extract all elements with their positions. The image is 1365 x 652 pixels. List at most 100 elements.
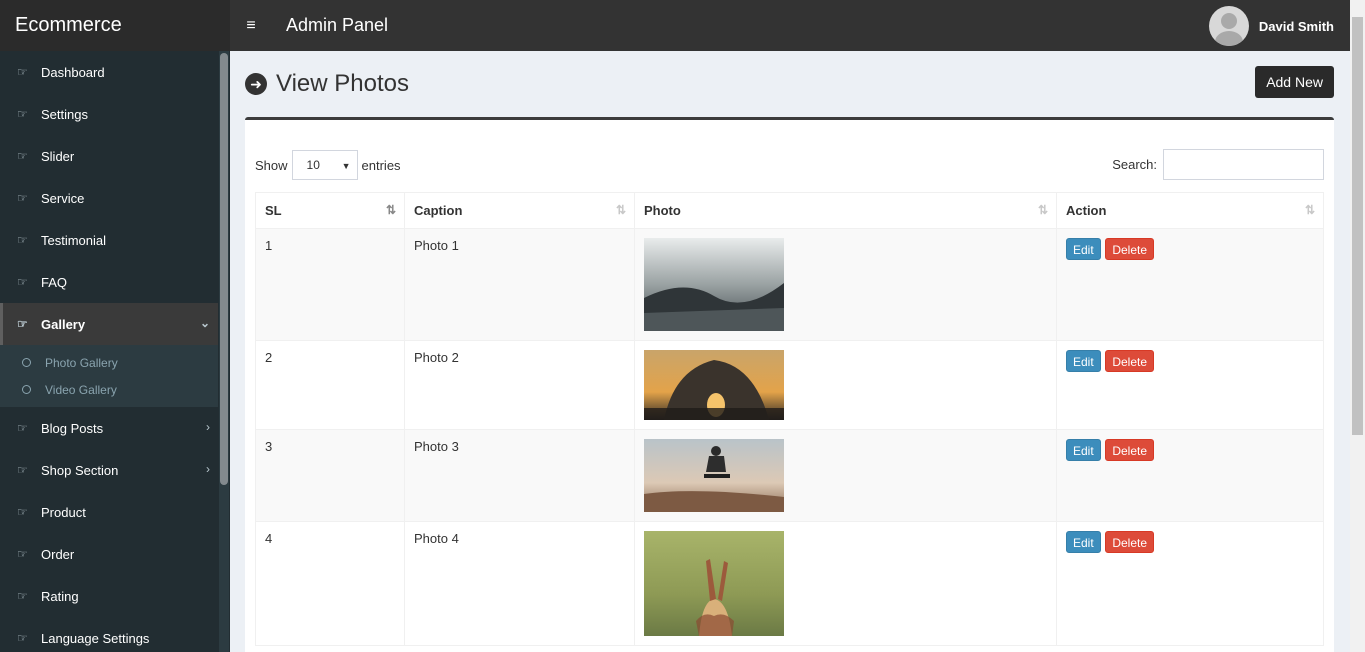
hand-pointer-icon: ☞ (17, 631, 28, 645)
delete-button[interactable]: Delete (1105, 531, 1154, 553)
gallery-submenu: Photo Gallery Video Gallery (0, 345, 218, 407)
sort-icon: ⇅ (615, 203, 626, 217)
chevron-right-icon: › (206, 462, 210, 476)
sort-icon: ⇅ (1037, 203, 1048, 217)
sidebar-scrollbar-thumb[interactable] (220, 53, 228, 485)
cell-sl: 3 (255, 429, 405, 522)
hand-pointer-icon: ☞ (17, 65, 28, 79)
page-header: ➜ View Photos (245, 70, 409, 98)
add-new-button[interactable]: Add New (1255, 66, 1334, 98)
show-label: Show (255, 157, 288, 173)
delete-button[interactable]: Delete (1105, 439, 1154, 461)
cell-action: Edit Delete (1056, 340, 1324, 430)
table-row: 4 Photo 4 Edit Delete (255, 521, 1324, 646)
top-navbar: Ecommerce ≡ Admin Panel David Smith (0, 0, 1350, 51)
cell-action: Edit Delete (1056, 429, 1324, 522)
page-scrollbar-thumb[interactable] (1352, 17, 1363, 435)
sidebar-subitem-label: Photo Gallery (45, 355, 118, 370)
sidebar-item-dashboard[interactable]: ☞ Dashboard (0, 51, 218, 93)
table-row: 1 Photo 1 Edit Delete (255, 228, 1324, 341)
cell-caption: Photo 1 (404, 228, 635, 341)
column-header-photo[interactable]: Photo ⇅ (634, 192, 1057, 229)
page-length-value: 10 (306, 158, 320, 172)
cell-photo (634, 340, 1057, 430)
edit-button[interactable]: Edit (1066, 531, 1101, 553)
avatar[interactable] (1208, 6, 1249, 46)
hand-pointer-icon: ☞ (17, 505, 28, 519)
column-header-caption[interactable]: Caption ⇅ (404, 192, 635, 229)
chevron-down-icon: ⌄ (199, 316, 210, 330)
cell-caption: Photo 2 (404, 340, 635, 430)
hand-pointer-icon: ☞ (17, 589, 28, 603)
entries-label: entries (361, 157, 401, 173)
sidebar-item-label: Slider (41, 148, 75, 164)
column-header-action[interactable]: Action ⇅ (1056, 192, 1324, 229)
edit-button[interactable]: Edit (1066, 350, 1101, 372)
sidebar-item-label: Language Settings (41, 630, 150, 646)
cell-caption: Photo 3 (404, 429, 635, 522)
search-label: Search: (1112, 157, 1157, 172)
chevron-right-icon: › (206, 420, 210, 434)
cell-action: Edit Delete (1056, 521, 1324, 646)
sidebar-subitem-video-gallery[interactable]: Video Gallery (0, 376, 218, 403)
menu-toggle-icon[interactable]: ≡ (230, 0, 272, 51)
sidebar-item-blog-posts[interactable]: ☞ Blog Posts › (0, 407, 218, 449)
edit-button[interactable]: Edit (1066, 439, 1101, 461)
sidebar-item-rating[interactable]: ☞ Rating (0, 575, 218, 617)
sidebar-item-label: Dashboard (41, 64, 105, 80)
sidebar-item-label: Order (41, 546, 75, 562)
photo-thumbnail (644, 238, 784, 331)
photos-box: Show 10 ▼ entries Search: SL ⇅ Caption ⇅ P… (245, 117, 1334, 652)
hand-pointer-icon: ☞ (17, 149, 28, 163)
table-row: 3 Photo 3 Edit Delete (255, 429, 1324, 522)
delete-button[interactable]: Delete (1105, 238, 1154, 260)
sidebar-scrollbar[interactable] (219, 51, 229, 652)
sidebar-item-shop-section[interactable]: ☞ Shop Section › (0, 449, 218, 491)
hand-pointer-icon: ☞ (17, 191, 28, 205)
photo-thumbnail (644, 350, 784, 420)
sidebar-subitem-photo-gallery[interactable]: Photo Gallery (0, 349, 218, 376)
sidebar-item-label: Product (41, 504, 86, 520)
table-row: 2 Photo 2 Edit Delete (255, 340, 1324, 430)
sidebar-item-settings[interactable]: ☞ Settings (0, 93, 218, 135)
circle-icon (22, 358, 31, 367)
caret-down-icon: ▼ (341, 161, 351, 171)
sidebar-item-label: Testimonial (41, 232, 107, 248)
cell-photo (634, 521, 1057, 646)
delete-button[interactable]: Delete (1105, 350, 1154, 372)
cell-action: Edit Delete (1056, 228, 1324, 341)
sidebar-item-label: Blog Posts (41, 420, 104, 436)
cell-photo (634, 228, 1057, 341)
cell-sl: 4 (255, 521, 405, 646)
sidebar-item-order[interactable]: ☞ Order (0, 533, 218, 575)
panel-title: Admin Panel (286, 15, 389, 35)
sidebar-item-label: Rating (41, 588, 79, 604)
sidebar-item-product[interactable]: ☞ Product (0, 491, 218, 533)
photo-thumbnail (644, 439, 784, 512)
sidebar-subitem-label: Video Gallery (45, 382, 117, 397)
cell-sl: 2 (255, 340, 405, 430)
user-name[interactable]: David Smith (1259, 19, 1334, 34)
cell-sl: 1 (255, 228, 405, 341)
sidebar-item-label: Settings (41, 106, 88, 122)
brand-logo[interactable]: Ecommerce (0, 0, 230, 51)
user-menu[interactable]: David Smith (1208, 6, 1334, 46)
main-content: ➜ View Photos Add New Show 10 ▼ entries … (230, 51, 1350, 652)
search-input[interactable] (1163, 149, 1324, 180)
page-length-select[interactable]: 10 ▼ (291, 150, 358, 180)
hand-pointer-icon: ☞ (17, 275, 28, 289)
edit-button[interactable]: Edit (1066, 238, 1101, 260)
hand-pointer-icon: ☞ (17, 547, 28, 561)
sidebar-item-service[interactable]: ☞ Service (0, 177, 218, 219)
datatable-length: Show 10 ▼ entries (255, 150, 401, 180)
sidebar-item-label: FAQ (41, 274, 68, 290)
sidebar-item-faq[interactable]: ☞ FAQ (0, 261, 218, 303)
sidebar-item-slider[interactable]: ☞ Slider (0, 135, 218, 177)
hand-pointer-icon: ☞ (17, 233, 28, 247)
sidebar-item-language-settings[interactable]: ☞ Language Settings (0, 617, 218, 652)
sort-icon: ⇅ (1304, 203, 1315, 217)
sidebar-item-gallery[interactable]: ☞ Gallery ⌄ (0, 303, 218, 345)
column-header-sl[interactable]: SL ⇅ (255, 192, 405, 229)
sidebar-item-testimonial[interactable]: ☞ Testimonial (0, 219, 218, 261)
page-scrollbar[interactable] (1350, 0, 1365, 652)
